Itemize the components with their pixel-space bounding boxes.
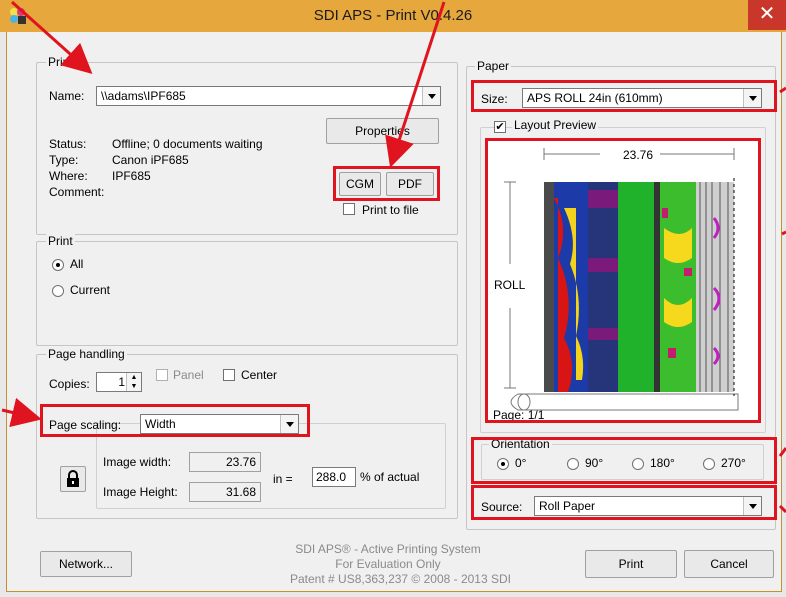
annotation-arrows — [1, 0, 786, 514]
